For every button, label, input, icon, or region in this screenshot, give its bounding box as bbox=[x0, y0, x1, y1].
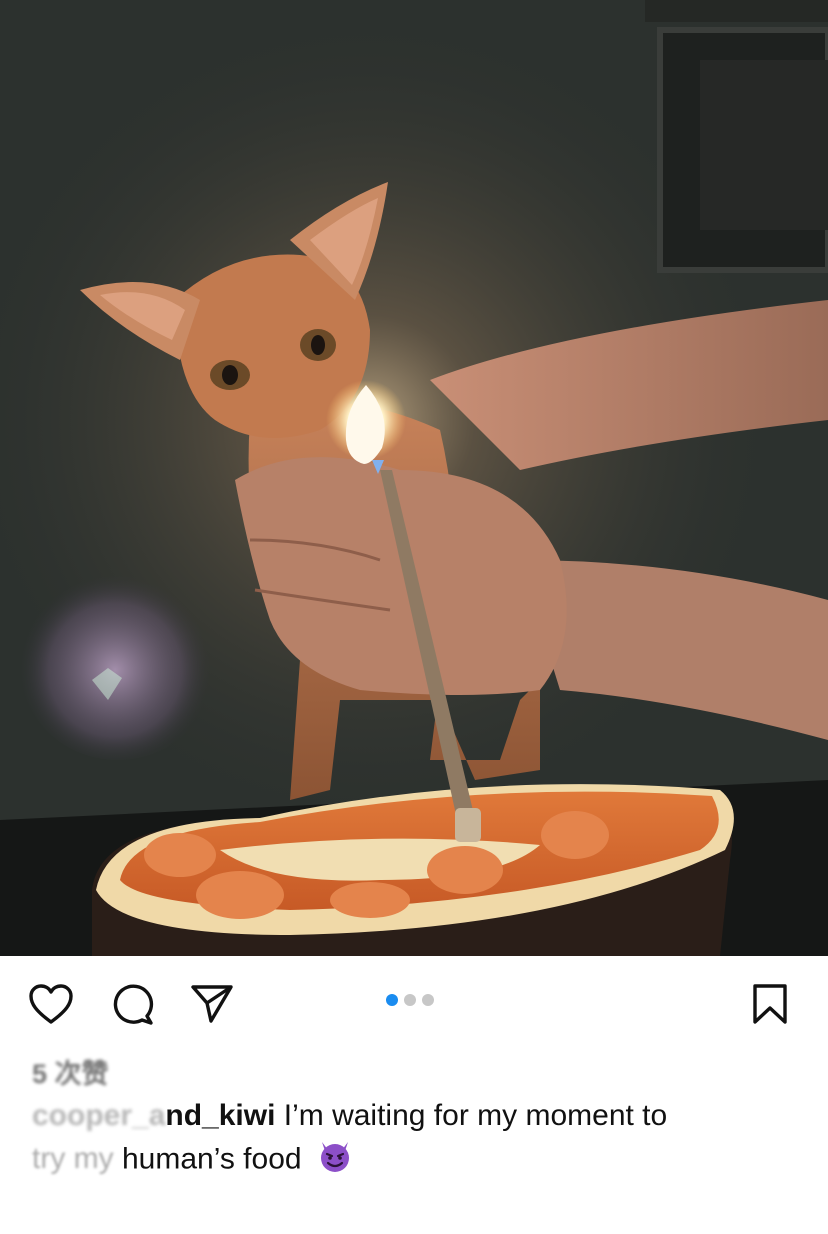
caption-text-line2: try my human’s food bbox=[32, 1142, 302, 1175]
post-photo-illustration bbox=[0, 0, 828, 956]
post-action-bar bbox=[0, 956, 828, 1052]
caption-line2-text: human’s food bbox=[122, 1142, 302, 1176]
username-visible-part: nd_kiwi bbox=[165, 1099, 276, 1132]
carousel-indicator bbox=[386, 994, 434, 1006]
caption-blurred-part: try my bbox=[32, 1142, 122, 1176]
likes-count[interactable]: 5 次赞 bbox=[32, 1052, 109, 1091]
heart-icon bbox=[29, 984, 73, 1024]
caption-username[interactable]: cooper_and_kiwi bbox=[32, 1099, 275, 1132]
save-button[interactable] bbox=[746, 980, 794, 1028]
post-caption: cooper_and_kiwi I’m waiting for my momen… bbox=[32, 1096, 812, 1185]
bookmark-icon bbox=[753, 984, 787, 1024]
carousel-dot-active bbox=[386, 994, 398, 1006]
share-icon bbox=[191, 985, 233, 1023]
like-button[interactable] bbox=[27, 980, 75, 1028]
caption-text-line1: I’m waiting for my moment to bbox=[275, 1099, 668, 1132]
comment-button[interactable] bbox=[108, 980, 156, 1028]
carousel-dot bbox=[422, 994, 434, 1006]
carousel-dot bbox=[404, 994, 416, 1006]
devil-emoji-icon bbox=[316, 1136, 354, 1185]
share-button[interactable] bbox=[188, 980, 236, 1028]
username-blurred-part: cooper_a bbox=[32, 1099, 166, 1132]
post-photo[interactable] bbox=[0, 0, 828, 956]
instagram-post: 5 次赞 cooper_and_kiwi I’m waiting for my … bbox=[0, 0, 828, 1234]
comment-icon bbox=[113, 984, 154, 1025]
